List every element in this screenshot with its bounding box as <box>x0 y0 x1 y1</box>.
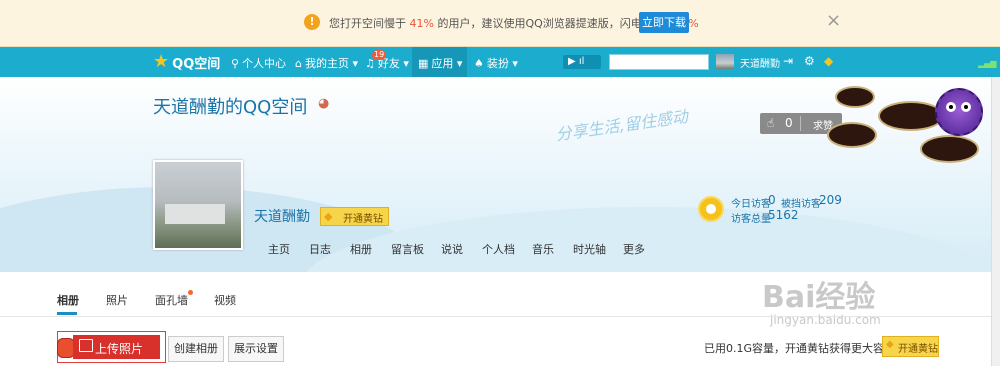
close-icon[interactable]: × <box>826 11 841 31</box>
tab-album[interactable]: 相册 <box>57 292 79 308</box>
open-vip-capacity-button[interactable]: ◆ 开通黄钻 <box>882 336 939 357</box>
notice-text-mid: 的用户，建议使用QQ浏览器提速版，闪电提速 <box>433 17 668 30</box>
today-visitors-label: 今日访客 <box>731 199 771 210</box>
menu-more[interactable]: 更多 <box>623 241 645 257</box>
menu-profile[interactable]: 个人档 <box>482 241 515 257</box>
menu-timeline[interactable]: 时光轴 <box>573 241 606 257</box>
menu-shuoshuo[interactable]: 说说 <box>441 241 463 257</box>
cover-hill <box>300 207 991 272</box>
game-hole <box>827 122 877 148</box>
new-dot-badge <box>188 290 193 295</box>
space-title: 天道酬勤的QQ空间 <box>153 97 308 118</box>
nav-personal-center[interactable]: ⚲ 个人中心 <box>231 55 286 71</box>
nav-friends[interactable]: ♫ 好友 ▾ <box>365 55 409 71</box>
space-level-icon: ◕ <box>318 96 330 111</box>
tab-face-wall[interactable]: 面孔墙 <box>155 292 188 308</box>
diamond-icon: ◆ <box>886 339 894 350</box>
qzone-logo[interactable]: ★ QQ空间 <box>153 52 220 72</box>
tab-photos[interactable]: 照片 <box>106 292 128 308</box>
nav-user-name[interactable]: 天道酬勤 <box>740 55 780 70</box>
baidu-watermark: Bai经验 <box>762 280 876 315</box>
upload-label: 上传照片 <box>95 342 144 356</box>
monster-eye <box>961 102 971 112</box>
menu-guestbook[interactable]: 留言板 <box>391 241 424 257</box>
menu-album[interactable]: 相册 <box>350 241 372 257</box>
notice-text-pre: 您打开空间慢于 <box>329 17 410 30</box>
avatar[interactable] <box>153 160 243 250</box>
tab-videos[interactable]: 视频 <box>214 292 236 308</box>
open-vip-label: 开通黄钻 <box>898 344 938 355</box>
person-icon: ⚲ <box>231 57 240 70</box>
image-icon <box>79 339 93 352</box>
create-album-button[interactable]: 创建相册 <box>168 336 224 362</box>
diamond-icon: ◆ <box>324 210 333 223</box>
nav-label-personal: 个人中心 <box>242 57 287 70</box>
nav-label-apps: 应用 <box>431 57 454 70</box>
scrollbar[interactable] <box>991 77 1000 366</box>
qzone-star-icon: ★ <box>153 51 170 72</box>
browser-notice-bar: ! 您打开空间慢于 41% 的用户，建议使用QQ浏览器提速版，闪电提速 130%… <box>0 0 1000 47</box>
nav-decorate[interactable]: ♠ 装扮 ▾ <box>474 55 518 71</box>
user-avatar-small[interactable] <box>716 54 734 69</box>
nav-my-home[interactable]: ⌂ 我的主页 ▾ <box>295 55 358 71</box>
music-player[interactable]: ▶ ıl <box>563 55 601 69</box>
friends-count-badge: 19 <box>372 50 387 60</box>
vip-label: 开通黄钻 <box>343 214 383 225</box>
display-settings-button[interactable]: 展示设置 <box>228 336 284 362</box>
menu-blog[interactable]: 日志 <box>309 241 331 257</box>
gear-icon[interactable]: ⚙ <box>804 54 815 68</box>
profile-name[interactable]: 天道酬勤 <box>254 206 310 226</box>
blocked-visitors-value[interactable]: 209 <box>819 193 842 207</box>
home-icon: ⌂ <box>295 57 302 70</box>
baidu-watermark-url: jingyan.baidu.com <box>770 313 881 327</box>
thumb-up-icon: ☝ <box>767 116 775 130</box>
diamond-icon[interactable]: ◆ <box>824 54 833 68</box>
apps-grid-icon: ▦ <box>418 57 429 70</box>
today-visitors-value[interactable]: 0 <box>768 193 776 207</box>
logo-text: QQ空间 <box>172 56 221 72</box>
nav-apps[interactable]: ▦ 应用 ▾ <box>418 55 462 71</box>
download-now-button[interactable]: 立即下载 <box>639 12 689 33</box>
like-count: 0 <box>785 116 793 130</box>
signal-icon: ▂▄▆ <box>978 59 997 68</box>
play-icon: ▶ ıl <box>568 56 585 67</box>
notice-pct1: 41% <box>409 17 434 30</box>
shirt-icon: ♠ <box>474 57 484 70</box>
nav-label-decorate: 装扮 <box>486 57 509 70</box>
capacity-text: 已用0.1G容量，开通黄钻获得更大容量 <box>704 342 896 355</box>
visitor-eye-icon <box>698 196 724 222</box>
menu-music[interactable]: 音乐 <box>532 241 554 257</box>
monster-eye <box>946 102 956 112</box>
game-hole <box>878 101 944 131</box>
top-nav-bar: ★ QQ空间 ⚲ 个人中心 ⌂ 我的主页 ▾ ♫ 好友 ▾ 19 ▦ 应用 ▾ ♠ 装扮 … <box>0 47 1000 77</box>
warning-icon: ! <box>304 14 320 30</box>
like-separator <box>800 116 801 131</box>
open-vip-button[interactable]: ◆ 开通黄钻 <box>320 207 389 226</box>
upload-photos-button[interactable]: 上传照片 <box>73 335 160 359</box>
game-hole <box>835 86 875 108</box>
active-tab-underline <box>57 312 77 315</box>
game-hole <box>920 135 979 163</box>
avatar-building <box>165 204 225 224</box>
monster-icon[interactable] <box>935 88 983 136</box>
total-visitors-label: 访客总量 <box>731 214 771 225</box>
total-visitors-value[interactable]: 5162 <box>768 208 799 222</box>
nav-label-home: 我的主页 <box>304 57 349 70</box>
exit-icon[interactable]: ⇥ <box>783 54 793 68</box>
menu-home[interactable]: 主页 <box>268 241 290 257</box>
search-input[interactable] <box>609 54 709 70</box>
